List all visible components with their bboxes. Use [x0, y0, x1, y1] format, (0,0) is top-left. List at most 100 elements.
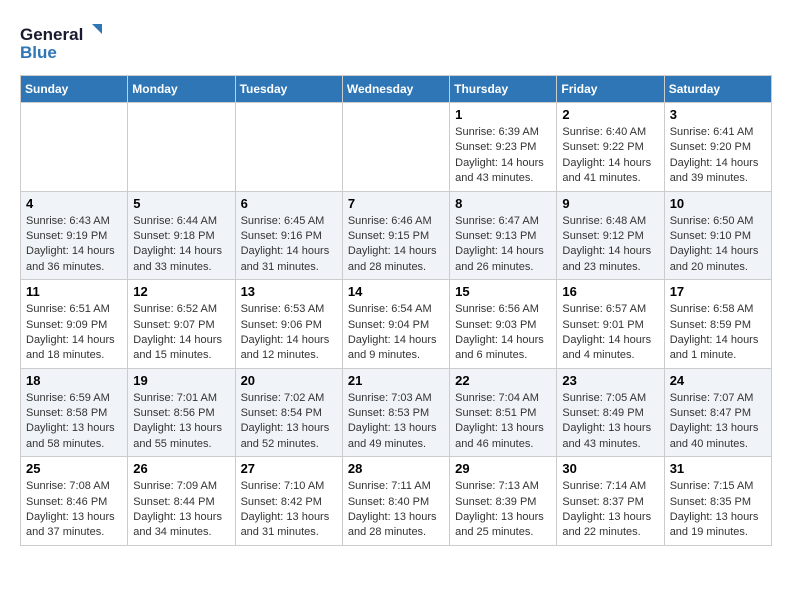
- day-info: Sunrise: 7:02 AM Sunset: 8:54 PM Dayligh…: [241, 391, 337, 453]
- calendar-cell: 12Sunrise: 6:52 AM Sunset: 9:07 PM Dayli…: [128, 280, 235, 369]
- day-info: Sunrise: 6:56 AM Sunset: 9:03 PM Dayligh…: [455, 302, 551, 364]
- calendar-cell: 13 Sunrise: 6:53 AM Sunset: 9:06 PM Dayli…: [235, 280, 342, 369]
- day-number: 22: [455, 373, 551, 388]
- day-info: Sunrise: 7:09 AM Sunset: 8:44 PM Dayligh…: [133, 479, 229, 541]
- calendar-cell: 9 Sunrise: 6:48 AM Sunset: 9:12 PM Daylig…: [557, 191, 664, 280]
- day-number: 20: [241, 373, 337, 388]
- day-number: 31: [670, 461, 766, 476]
- calendar-week-row: 18 Sunrise: 6:59 AM Sunset: 8:58 PM Dayli…: [21, 368, 772, 457]
- day-info: Sunrise: 6:51 AM Sunset: 9:09 PM Dayligh…: [26, 302, 122, 364]
- day-info: Sunrise: 6:43 AM Sunset: 9:19 PM Dayligh…: [26, 214, 122, 276]
- calendar-cell: 29 Sunrise: 7:13 AM Sunset: 8:39 PM Dayli…: [450, 457, 557, 546]
- day-info: Sunrise: 7:01 AM Sunset: 8:56 PM Dayligh…: [133, 391, 229, 453]
- calendar-table: SundayMondayTuesdayWednesdayThursdayFrid…: [20, 75, 772, 546]
- day-number: 4: [26, 196, 122, 211]
- day-number: 27: [241, 461, 337, 476]
- day-number: 11: [26, 284, 122, 299]
- svg-text:Blue: Blue: [20, 43, 57, 62]
- calendar-cell: 3 Sunrise: 6:41 AM Sunset: 9:20 PM Daylig…: [664, 103, 771, 192]
- calendar-cell: [235, 103, 342, 192]
- calendar-cell: 20 Sunrise: 7:02 AM Sunset: 8:54 PM Dayli…: [235, 368, 342, 457]
- calendar-cell: 1 Sunrise: 6:39 AM Sunset: 9:23 PM Daylig…: [450, 103, 557, 192]
- calendar-cell: 6 Sunrise: 6:45 AM Sunset: 9:16 PM Daylig…: [235, 191, 342, 280]
- day-info: Sunrise: 6:50 AM Sunset: 9:10 PM Dayligh…: [670, 214, 766, 276]
- calendar-cell: 19 Sunrise: 7:01 AM Sunset: 8:56 PM Dayli…: [128, 368, 235, 457]
- calendar-cell: 30Sunrise: 7:14 AM Sunset: 8:37 PM Dayli…: [557, 457, 664, 546]
- calendar-cell: 21Sunrise: 7:03 AM Sunset: 8:53 PM Dayli…: [342, 368, 449, 457]
- svg-text:General: General: [20, 25, 83, 44]
- calendar-week-row: 25 Sunrise: 7:08 AM Sunset: 8:46 PM Dayli…: [21, 457, 772, 546]
- calendar-header-row: SundayMondayTuesdayWednesdayThursdayFrid…: [21, 76, 772, 103]
- day-info: Sunrise: 7:08 AM Sunset: 8:46 PM Dayligh…: [26, 479, 122, 541]
- page-header: General Blue: [20, 20, 772, 65]
- col-header-monday: Monday: [128, 76, 235, 103]
- day-number: 26: [133, 461, 229, 476]
- calendar-cell: 22 Sunrise: 7:04 AM Sunset: 8:51 PM Dayli…: [450, 368, 557, 457]
- day-info: Sunrise: 6:39 AM Sunset: 9:23 PM Dayligh…: [455, 125, 551, 187]
- logo: General Blue: [20, 20, 110, 65]
- calendar-cell: 4 Sunrise: 6:43 AM Sunset: 9:19 PM Daylig…: [21, 191, 128, 280]
- calendar-cell: 24 Sunrise: 7:07 AM Sunset: 8:47 PM Dayli…: [664, 368, 771, 457]
- day-info: Sunrise: 7:13 AM Sunset: 8:39 PM Dayligh…: [455, 479, 551, 541]
- day-number: 8: [455, 196, 551, 211]
- day-number: 3: [670, 107, 766, 122]
- day-number: 1: [455, 107, 551, 122]
- day-number: 17: [670, 284, 766, 299]
- calendar-cell: 8Sunrise: 6:47 AM Sunset: 9:13 PM Daylig…: [450, 191, 557, 280]
- calendar-cell: 17 Sunrise: 6:58 AM Sunset: 8:59 PM Dayli…: [664, 280, 771, 369]
- col-header-thursday: Thursday: [450, 76, 557, 103]
- day-info: Sunrise: 7:10 AM Sunset: 8:42 PM Dayligh…: [241, 479, 337, 541]
- day-number: 16: [562, 284, 658, 299]
- day-info: Sunrise: 6:59 AM Sunset: 8:58 PM Dayligh…: [26, 391, 122, 453]
- day-info: Sunrise: 7:11 AM Sunset: 8:40 PM Dayligh…: [348, 479, 444, 541]
- col-header-tuesday: Tuesday: [235, 76, 342, 103]
- calendar-cell: 7 Sunrise: 6:46 AM Sunset: 9:15 PM Daylig…: [342, 191, 449, 280]
- calendar-cell: [128, 103, 235, 192]
- day-info: Sunrise: 6:54 AM Sunset: 9:04 PM Dayligh…: [348, 302, 444, 364]
- calendar-week-row: 1 Sunrise: 6:39 AM Sunset: 9:23 PM Daylig…: [21, 103, 772, 192]
- calendar-cell: 26 Sunrise: 7:09 AM Sunset: 8:44 PM Dayli…: [128, 457, 235, 546]
- day-info: Sunrise: 7:15 AM Sunset: 8:35 PM Dayligh…: [670, 479, 766, 541]
- day-number: 10: [670, 196, 766, 211]
- day-number: 14: [348, 284, 444, 299]
- calendar-cell: 18 Sunrise: 6:59 AM Sunset: 8:58 PM Dayli…: [21, 368, 128, 457]
- calendar-cell: 10 Sunrise: 6:50 AM Sunset: 9:10 PM Dayli…: [664, 191, 771, 280]
- day-number: 28: [348, 461, 444, 476]
- day-info: Sunrise: 6:48 AM Sunset: 9:12 PM Dayligh…: [562, 214, 658, 276]
- day-number: 19: [133, 373, 229, 388]
- day-info: Sunrise: 6:58 AM Sunset: 8:59 PM Dayligh…: [670, 302, 766, 364]
- day-number: 7: [348, 196, 444, 211]
- day-number: 29: [455, 461, 551, 476]
- day-number: 23: [562, 373, 658, 388]
- day-info: Sunrise: 6:53 AM Sunset: 9:06 PM Dayligh…: [241, 302, 337, 364]
- day-info: Sunrise: 6:52 AM Sunset: 9:07 PM Dayligh…: [133, 302, 229, 364]
- day-info: Sunrise: 6:40 AM Sunset: 9:22 PM Dayligh…: [562, 125, 658, 187]
- col-header-sunday: Sunday: [21, 76, 128, 103]
- calendar-cell: 27 Sunrise: 7:10 AM Sunset: 8:42 PM Dayli…: [235, 457, 342, 546]
- day-info: Sunrise: 6:46 AM Sunset: 9:15 PM Dayligh…: [348, 214, 444, 276]
- day-number: 18: [26, 373, 122, 388]
- day-info: Sunrise: 6:45 AM Sunset: 9:16 PM Dayligh…: [241, 214, 337, 276]
- calendar-cell: 2Sunrise: 6:40 AM Sunset: 9:22 PM Daylig…: [557, 103, 664, 192]
- calendar-cell: 5Sunrise: 6:44 AM Sunset: 9:18 PM Daylig…: [128, 191, 235, 280]
- day-info: Sunrise: 7:07 AM Sunset: 8:47 PM Dayligh…: [670, 391, 766, 453]
- day-number: 13: [241, 284, 337, 299]
- day-number: 25: [26, 461, 122, 476]
- logo-svg: General Blue: [20, 20, 110, 65]
- day-number: 24: [670, 373, 766, 388]
- calendar-cell: [21, 103, 128, 192]
- calendar-cell: 23 Sunrise: 7:05 AM Sunset: 8:49 PM Dayli…: [557, 368, 664, 457]
- calendar-week-row: 4 Sunrise: 6:43 AM Sunset: 9:19 PM Daylig…: [21, 191, 772, 280]
- day-info: Sunrise: 7:03 AM Sunset: 8:53 PM Dayligh…: [348, 391, 444, 453]
- calendar-cell: 28 Sunrise: 7:11 AM Sunset: 8:40 PM Dayli…: [342, 457, 449, 546]
- day-number: 9: [562, 196, 658, 211]
- day-info: Sunrise: 7:05 AM Sunset: 8:49 PM Dayligh…: [562, 391, 658, 453]
- col-header-friday: Friday: [557, 76, 664, 103]
- day-info: Sunrise: 6:41 AM Sunset: 9:20 PM Dayligh…: [670, 125, 766, 187]
- day-info: Sunrise: 7:04 AM Sunset: 8:51 PM Dayligh…: [455, 391, 551, 453]
- day-number: 6: [241, 196, 337, 211]
- day-number: 30: [562, 461, 658, 476]
- day-number: 5: [133, 196, 229, 211]
- col-header-saturday: Saturday: [664, 76, 771, 103]
- day-number: 15: [455, 284, 551, 299]
